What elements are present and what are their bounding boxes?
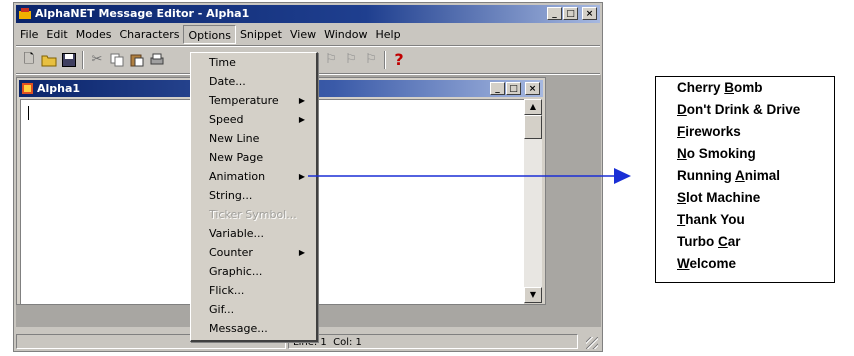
animation-item-fireworks[interactable]: Fireworks (677, 122, 741, 142)
animation-item-no-smoking[interactable]: No Smoking (677, 144, 756, 164)
animation-item-cherry-bomb[interactable]: Cherry Bomb (677, 78, 763, 98)
animation-list: Cherry Bomb Don't Drink & Drive Firework… (655, 76, 835, 283)
animation-item-turbo-car[interactable]: Turbo Car (677, 232, 741, 252)
animation-item-thank-you[interactable]: Thank You (677, 210, 745, 230)
animation-item-slot-machine[interactable]: Slot Machine (677, 188, 760, 208)
arrow-head-icon (614, 168, 631, 184)
animation-item-running-animal[interactable]: Running Animal (677, 166, 780, 186)
animation-item-welcome[interactable]: Welcome (677, 254, 736, 274)
animation-item-dont-drink-drive[interactable]: Don't Drink & Drive (677, 100, 800, 120)
